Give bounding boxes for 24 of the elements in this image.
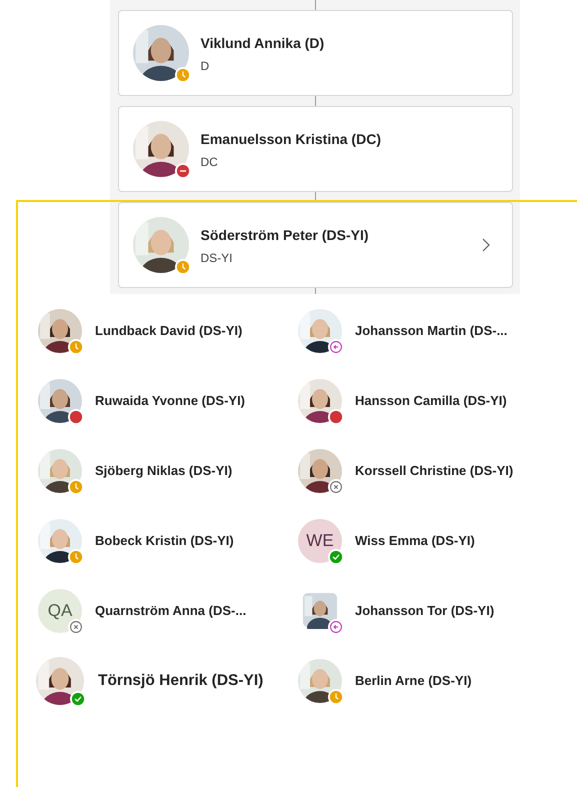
person-name[interactable]: Sjöberg Niklas (DS-YI) <box>95 461 232 481</box>
person-name[interactable]: Berlin Arne (DS-YI) <box>355 671 472 691</box>
chevron-right-icon[interactable] <box>482 238 490 252</box>
person-name[interactable]: Lundback David (DS-YI) <box>95 321 242 341</box>
person-name[interactable]: Johansson Martin (DS-... <box>355 321 508 341</box>
person-name[interactable]: Bobeck Kristin (DS-YI) <box>95 531 234 551</box>
person-card[interactable]: Viklund Annika (D) D <box>118 10 512 96</box>
initials-avatar: WE <box>298 519 342 563</box>
person-name: Emanuelsson Kristina (DC) <box>200 130 382 149</box>
person-name[interactable]: Wiss Emma (DS-YI) <box>355 531 475 551</box>
job-title: D <box>200 58 210 75</box>
person-name: Viklund Annika (D) <box>200 34 326 53</box>
person-card[interactable]: Emanuelsson Kristina (DC) DC <box>118 106 512 192</box>
job-title: DC <box>200 154 219 171</box>
initials-avatar: QA <box>38 589 82 633</box>
job-title: DS-YI <box>200 250 234 267</box>
person-name: Söderström Peter (DS-YI) <box>200 226 370 245</box>
person-name[interactable]: Korssell Christine (DS-YI) <box>355 461 514 481</box>
person-card[interactable]: Söderström Peter (DS-YI) DS-YI <box>118 202 512 288</box>
person-name[interactable]: Johansson Tor (DS-YI) <box>355 601 494 621</box>
person-name[interactable]: Ruwaida Yvonne (DS-YI) <box>95 391 246 411</box>
person-name[interactable]: Törnsjö Henrik (DS-YI) <box>98 669 264 693</box>
person-name[interactable]: Hansson Camilla (DS-YI) <box>355 391 507 411</box>
person-name[interactable]: Quarnström Anna (DS-... <box>95 601 246 621</box>
